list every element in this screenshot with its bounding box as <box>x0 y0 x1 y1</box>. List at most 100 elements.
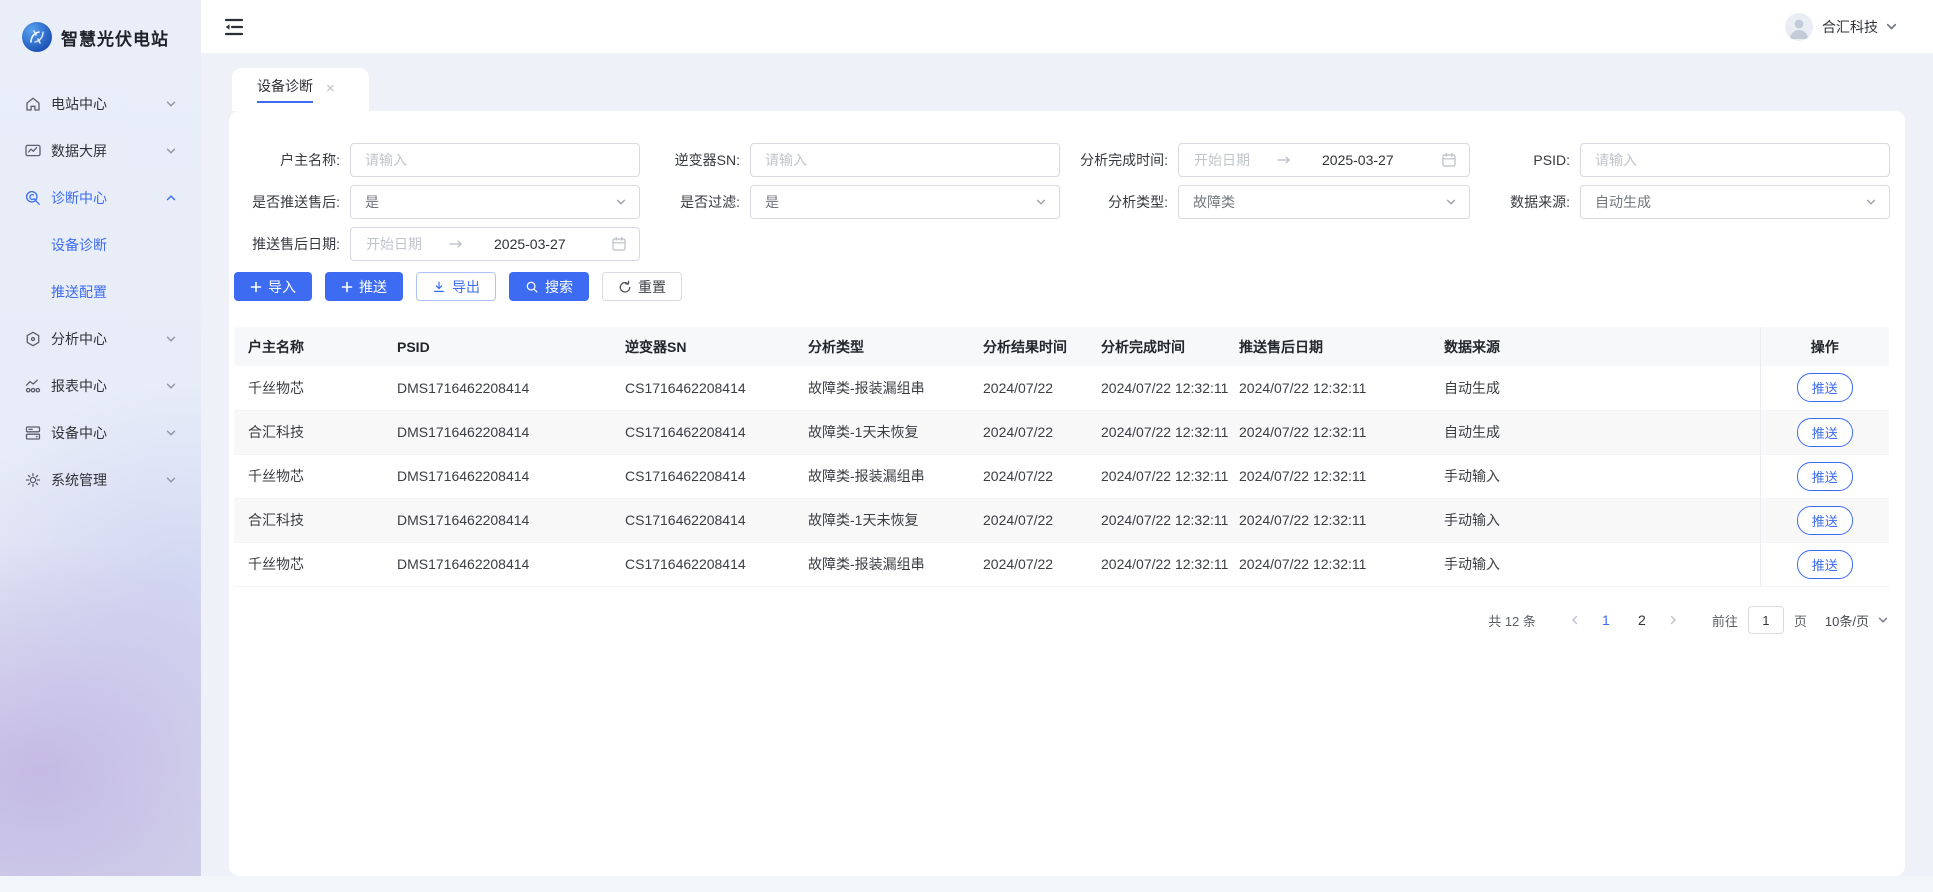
row-push-button[interactable]: 推送 <box>1796 417 1853 447</box>
cell-psid: DMS1716462208414 <box>397 498 625 543</box>
owner-name-input[interactable] <box>351 144 639 176</box>
cell-inverter-sn: CS1716462208414 <box>625 498 808 543</box>
search-button[interactable]: 搜索 <box>509 272 589 301</box>
chevron-down-icon <box>1866 199 1876 205</box>
close-icon[interactable]: × <box>326 80 335 97</box>
column-header: 逆变器SN <box>625 338 687 355</box>
workspace: 设备诊断 × 户主名称: 逆变器SN: 分析完成时间: 开始日期 2025-03… <box>201 53 1933 876</box>
chevron-down-icon <box>166 477 176 483</box>
chevron-left-icon <box>1571 615 1578 625</box>
import-button[interactable]: 导入 <box>234 272 312 301</box>
tab-device-diagnosis[interactable]: 设备诊断 × <box>232 68 369 111</box>
row-push-button[interactable]: 推送 <box>1796 461 1853 491</box>
cell-inverter-sn: CS1716462208414 <box>625 454 808 499</box>
cell-actions: 推送 <box>1759 542 1889 587</box>
gear-icon <box>25 472 41 487</box>
range-end-value: 2025-03-27 <box>1322 152 1394 168</box>
reset-button[interactable]: 重置 <box>602 272 682 301</box>
sidebar-item-data-screen[interactable]: 数据大屏 <box>0 127 201 174</box>
sidebar-item-device-center[interactable]: 设备中心 <box>0 409 201 456</box>
cell-push-aftersales-date: 2024/07/22 12:32:11 <box>1239 498 1444 543</box>
filter-label-filtered: 是否过滤: <box>680 194 740 210</box>
cell-push-aftersales-date: 2024/07/22 12:32:11 <box>1239 366 1444 411</box>
diagnosis-magnifier-icon <box>25 190 40 205</box>
sidebar-item-label: 设备中心 <box>51 424 107 441</box>
push-button[interactable]: 推送 <box>325 272 403 301</box>
sidebar-item-diagnosis-center[interactable]: 诊断中心 <box>0 174 201 221</box>
data-source-select[interactable]: 自动生成 <box>1580 185 1890 219</box>
owner-name-field[interactable] <box>350 143 640 177</box>
row-push-button[interactable]: 推送 <box>1796 549 1853 579</box>
goto-page-input[interactable] <box>1747 606 1784 634</box>
sidebar-item-label: 分析中心 <box>51 330 107 347</box>
psid-field[interactable] <box>1580 143 1890 177</box>
filtered-select[interactable]: 是 <box>750 185 1060 219</box>
column-header: PSID <box>397 338 430 355</box>
sidebar-subitem-device-diagnosis[interactable]: 设备诊断 <box>0 221 201 268</box>
cell-owner-name: 合汇科技 <box>234 498 397 543</box>
inverter-sn-field[interactable] <box>750 143 1060 177</box>
cell-data-source: 自动生成 <box>1444 366 1760 411</box>
export-button[interactable]: 导出 <box>416 272 496 301</box>
page-button-1[interactable]: 1 <box>1591 612 1621 628</box>
sidebar-item-label: 报表中心 <box>51 377 107 394</box>
range-arrow-icon <box>449 240 462 248</box>
prev-page-button[interactable] <box>1562 614 1588 626</box>
tab-label: 设备诊断 <box>257 76 313 103</box>
analysis-complete-time-range-picker[interactable]: 开始日期 2025-03-27 <box>1178 143 1470 177</box>
row-push-button[interactable]: 推送 <box>1796 505 1853 535</box>
push-aftersales-date-range-picker[interactable]: 开始日期 2025-03-27 <box>350 227 640 261</box>
cell-push-aftersales-date: 2024/07/22 12:32:11 <box>1239 542 1444 587</box>
sidebar-item-system-management[interactable]: 系统管理 <box>0 456 201 503</box>
cell-psid: DMS1716462208414 <box>397 542 625 587</box>
cell-analysis-result-time: 2024/07/22 <box>983 542 1101 587</box>
sidebar-item-label: 数据大屏 <box>51 142 107 159</box>
sidebar-item-label: 电站中心 <box>51 95 107 112</box>
row-push-button[interactable]: 推送 <box>1796 373 1853 403</box>
column-header: 分析结果时间 <box>983 338 1067 355</box>
server-icon <box>25 425 41 440</box>
user-menu[interactable]: 合汇科技 <box>1785 0 1898 53</box>
page-button-2[interactable]: 2 <box>1627 612 1657 628</box>
sidebar-item-report-center[interactable]: 报表中心 <box>0 362 201 409</box>
chevron-down-icon <box>166 383 176 389</box>
content-panel: 户主名称: 逆变器SN: 分析完成时间: 开始日期 2025-03-27 PSI… <box>229 111 1905 876</box>
sidebar-item-analysis-center[interactable]: 分析中心 <box>0 315 201 362</box>
analysis-type-select[interactable]: 故障类 <box>1178 185 1470 219</box>
cell-inverter-sn: CS1716462208414 <box>625 542 808 587</box>
column-header: 分析完成时间 <box>1101 338 1185 355</box>
cell-analysis-result-time: 2024/07/22 <box>983 366 1101 411</box>
page-unit-label: 页 <box>1793 613 1807 629</box>
select-value: 是 <box>765 194 779 210</box>
page-size-select[interactable]: 10条/页 <box>1825 611 1889 630</box>
filter-label-push-aftersales-date: 推送售后日期: <box>252 236 340 252</box>
sidebar-item-label: 系统管理 <box>51 471 107 488</box>
next-page-button[interactable] <box>1660 614 1686 626</box>
sidebar-item-station-center[interactable]: 电站中心 <box>0 80 201 127</box>
search-icon <box>525 280 539 294</box>
page-size-value: 10条/页 <box>1824 613 1869 629</box>
chevron-down-icon <box>166 430 176 436</box>
sidebar-subitem-push-config[interactable]: 推送配置 <box>0 268 201 315</box>
collapse-sidebar-button[interactable] <box>221 14 247 40</box>
filter-label-data-source: 数据来源: <box>1510 194 1570 210</box>
cell-analysis-type: 故障类-1天未恢复 <box>808 410 983 455</box>
cell-data-source: 手动输入 <box>1444 542 1760 587</box>
user-avatar <box>1785 12 1813 41</box>
cell-data-source: 手动输入 <box>1444 498 1760 543</box>
table-row: 千丝物芯 DMS1716462208414 CS1716462208414 故障… <box>234 366 1889 411</box>
cell-psid: DMS1716462208414 <box>397 410 625 455</box>
report-chart-icon <box>25 379 41 393</box>
column-header-actions: 操作 <box>1759 327 1889 366</box>
psid-input[interactable] <box>1581 144 1889 176</box>
table-row: 合汇科技 DMS1716462208414 CS1716462208414 故障… <box>234 498 1889 543</box>
cell-owner-name: 千丝物芯 <box>234 454 397 499</box>
calendar-icon <box>612 237 626 251</box>
push-aftersales-select[interactable]: 是 <box>350 185 640 219</box>
inverter-sn-input[interactable] <box>751 144 1059 176</box>
user-name: 合汇科技 <box>1822 18 1878 35</box>
range-arrow-icon <box>1277 156 1290 164</box>
cell-analysis-result-time: 2024/07/22 <box>983 498 1101 543</box>
range-start-placeholder: 开始日期 <box>366 236 422 252</box>
cell-push-aftersales-date: 2024/07/22 12:32:11 <box>1239 410 1444 455</box>
